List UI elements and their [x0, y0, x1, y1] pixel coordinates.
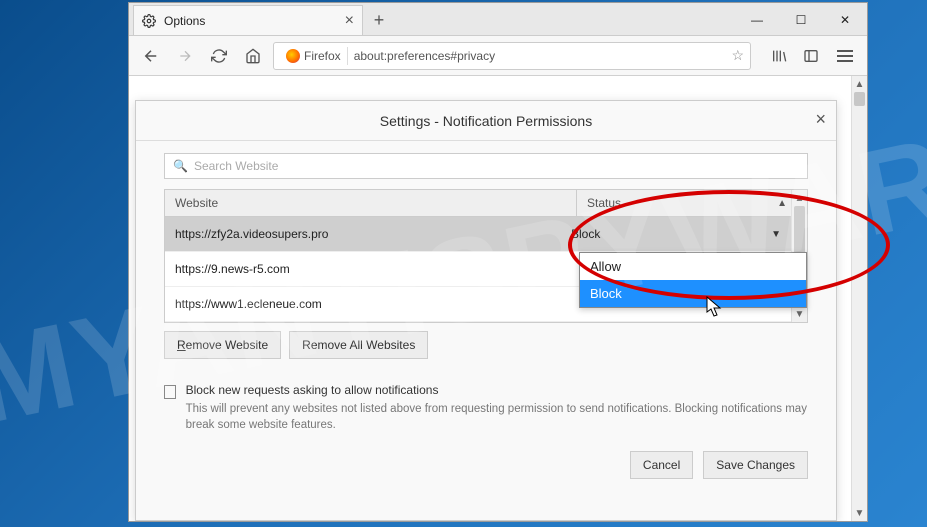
save-changes-button[interactable]: Save Changes [703, 451, 808, 479]
forward-button[interactable] [171, 42, 199, 70]
sort-icon: ▲ [777, 198, 787, 209]
scroll-up-icon[interactable]: ▲ [792, 190, 807, 206]
sidebar-icon[interactable] [797, 42, 825, 70]
gear-icon [142, 14, 156, 28]
page-scrollbar[interactable]: ▲ ▼ [851, 76, 867, 521]
cancel-button[interactable]: Cancel [630, 451, 693, 479]
cell-website: https://www1.ecleneue.com [165, 287, 561, 321]
dropdown-option-allow[interactable]: Allow [580, 253, 806, 280]
firefox-icon [286, 49, 300, 63]
browser-window: Options × + — ☐ ✕ Firefox about:prefe [128, 2, 868, 522]
home-button[interactable] [239, 42, 267, 70]
search-placeholder: Search Website [194, 159, 279, 173]
new-tab-button[interactable]: + [363, 5, 395, 35]
permissions-table: Website Status ▲ https://zfy2a.videosupe… [164, 189, 808, 323]
checkbox-description: This will prevent any websites not liste… [186, 401, 808, 433]
dialog-body: 🔍 Search Website Website Status ▲ https:… [136, 141, 836, 520]
maximize-button[interactable]: ☐ [779, 5, 823, 35]
address-bar[interactable]: Firefox about:preferences#privacy ☆ [273, 42, 751, 70]
search-website-input[interactable]: 🔍 Search Website [164, 153, 808, 179]
firefox-label: Firefox [304, 49, 341, 63]
firefox-chip: Firefox [280, 47, 348, 65]
column-status[interactable]: Status ▲ [577, 190, 807, 216]
window-controls: — ☐ ✕ [735, 5, 867, 35]
library-icon[interactable] [765, 42, 793, 70]
cell-website: https://9.news-r5.com [165, 252, 561, 286]
close-window-button[interactable]: ✕ [823, 5, 867, 35]
table-header: Website Status ▲ [165, 190, 807, 217]
checkbox-label: Block new requests asking to allow notif… [186, 383, 808, 397]
scroll-up-icon[interactable]: ▲ [852, 76, 867, 92]
block-new-requests-row: Block new requests asking to allow notif… [164, 383, 808, 433]
table-actions: Remove Website Remove All Websites [164, 331, 808, 359]
dialog-footer: Cancel Save Changes [164, 451, 808, 479]
reload-button[interactable] [205, 42, 233, 70]
minimize-button[interactable]: — [735, 5, 779, 35]
url-text: about:preferences#privacy [354, 49, 726, 63]
cell-website: https://zfy2a.videosupers.pro [165, 217, 561, 251]
column-website[interactable]: Website [165, 190, 577, 216]
dialog-header: Settings - Notification Permissions × [136, 101, 836, 141]
remove-all-websites-button[interactable]: Remove All Websites [289, 331, 428, 359]
tab-label: Options [164, 14, 205, 28]
menu-button[interactable] [831, 42, 859, 70]
status-dropdown[interactable]: Block ▼ [561, 217, 791, 251]
table-row[interactable]: https://zfy2a.videosupers.pro Block ▼ [165, 217, 791, 252]
chevron-down-icon: ▼ [771, 229, 781, 240]
navigation-bar: Firefox about:preferences#privacy ☆ [129, 36, 867, 76]
back-button[interactable] [137, 42, 165, 70]
remove-website-button[interactable]: Remove Website [164, 331, 281, 359]
notification-permissions-dialog: Settings - Notification Permissions × 🔍 … [135, 100, 837, 521]
search-icon: 🔍 [173, 159, 188, 173]
tab-options[interactable]: Options × [133, 5, 363, 35]
tab-strip: Options × + — ☐ ✕ [129, 3, 867, 36]
dropdown-option-block[interactable]: Block [580, 280, 806, 307]
block-new-requests-checkbox[interactable] [164, 385, 176, 399]
content-area: ▲ ▼ Settings - Notification Permissions … [129, 76, 867, 521]
scroll-thumb[interactable] [854, 92, 865, 106]
column-status-label: Status [587, 196, 621, 210]
table-body: https://zfy2a.videosupers.pro Block ▼ ht… [165, 217, 807, 322]
scroll-down-icon[interactable]: ▼ [852, 505, 867, 521]
status-value: Block [571, 227, 600, 241]
dialog-close-button[interactable]: × [815, 109, 826, 130]
scroll-down-icon[interactable]: ▼ [792, 306, 807, 322]
status-dropdown-menu: Allow Block [579, 252, 807, 308]
bookmark-star-icon[interactable]: ☆ [731, 47, 744, 64]
tab-close-icon[interactable]: × [345, 12, 354, 30]
dialog-title: Settings - Notification Permissions [380, 113, 592, 129]
